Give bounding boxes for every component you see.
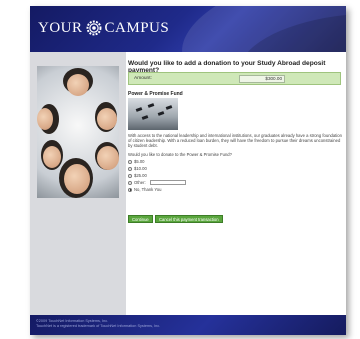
donate-question: Would you like to donate to the Power & … (128, 152, 232, 157)
option-no-thanks[interactable]: No, Thank You (128, 186, 161, 193)
option-10[interactable]: $10.00 (128, 165, 147, 172)
logo-text-your: YOUR (38, 19, 83, 36)
amount-row: Amount: $300.00 (128, 72, 341, 85)
grad-cap (135, 107, 143, 112)
student-face (43, 146, 61, 168)
content-area: Would you like to add a donation to your… (30, 52, 346, 315)
logo-text-campus: CAMPUS (104, 19, 170, 36)
continue-button[interactable]: Continue (128, 215, 153, 223)
radio-other[interactable] (128, 180, 132, 185)
grad-cap (147, 103, 155, 108)
grad-cap (157, 111, 165, 116)
main-panel: Would you like to add a donation to your… (128, 52, 346, 315)
students-photo (37, 66, 119, 198)
option-5[interactable]: $5.00 (128, 158, 144, 165)
option-label: No, Thank You (134, 187, 162, 192)
grad-cap (165, 105, 173, 110)
graduation-caps-photo (128, 98, 178, 130)
footer-trademark: TouchNet is a registered trademark of To… (36, 324, 161, 328)
fund-description: With access to the national leadership a… (128, 133, 342, 149)
campus-logo[interactable]: YOUR CAMPUS (38, 17, 169, 39)
cancel-transaction-button[interactable]: Cancel this payment transaction (155, 215, 223, 223)
option-label: Other: (134, 180, 146, 185)
radio-5[interactable] (128, 159, 132, 164)
grad-cap (141, 115, 149, 120)
header-banner: YOUR CAMPUS (30, 6, 346, 52)
amount-label: Amount: (134, 76, 152, 81)
footer: ©2009 TouchNet Information Systems, Inc.… (30, 315, 346, 335)
option-25[interactable]: $25.00 (128, 172, 147, 179)
student-face (37, 108, 53, 130)
student-face (64, 164, 90, 194)
option-label: $5.00 (134, 159, 145, 164)
fund-title: Power & Promise Fund (128, 91, 183, 97)
left-sidebar (30, 52, 126, 315)
radio-no-thanks[interactable] (128, 187, 132, 192)
radio-25[interactable] (128, 173, 132, 178)
student-face (97, 146, 119, 170)
gear-logo-icon (86, 20, 101, 36)
amount-field[interactable]: $300.00 (239, 75, 285, 83)
radio-10[interactable] (128, 166, 132, 171)
student-face (97, 108, 117, 130)
page-frame: YOUR CAMPUS Would you like to add a dona… (30, 6, 346, 335)
option-other[interactable]: Other: (128, 179, 186, 186)
other-amount-input[interactable] (149, 180, 186, 185)
option-label: $10.00 (134, 166, 147, 171)
student-face (67, 74, 89, 96)
option-label: $25.00 (134, 173, 147, 178)
